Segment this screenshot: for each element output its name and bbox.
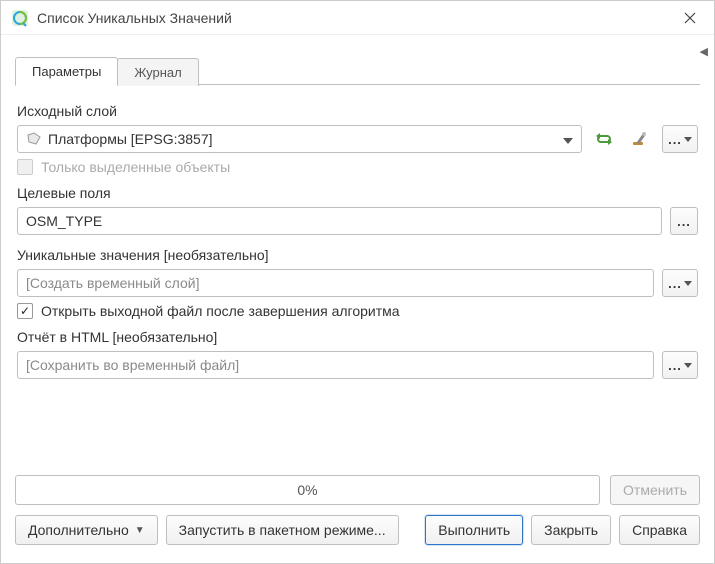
tab-parameters-label: Параметры <box>32 64 101 79</box>
help-button[interactable]: Справка <box>619 515 700 545</box>
ellipsis-icon: ... <box>677 214 691 229</box>
run-label: Выполнить <box>438 522 510 538</box>
collapse-caret-icon[interactable]: ◀ <box>700 45 708 58</box>
progress-text: 0% <box>297 482 317 498</box>
iterate-button[interactable] <box>590 125 618 153</box>
unique-values-input[interactable]: [Создать временный слой] <box>17 269 654 297</box>
polygon-layer-icon <box>26 132 42 146</box>
progress-bar: 0% <box>15 475 600 505</box>
ellipsis-icon: ... <box>668 276 682 291</box>
target-fields-browse-button[interactable]: ... <box>670 207 698 235</box>
tab-bar: Параметры Журнал <box>15 55 700 85</box>
ellipsis-icon: ... <box>668 358 682 373</box>
html-report-placeholder: [Сохранить во временный файл] <box>26 357 239 373</box>
chevron-down-icon <box>563 131 573 147</box>
batch-label: Запустить в пакетном режиме... <box>179 522 386 538</box>
open-after-label: Открыть выходной файл после завершения а… <box>41 303 400 319</box>
content-area: ◀ Параметры Журнал Исходный слой Платфор… <box>1 35 714 467</box>
batch-button[interactable]: Запустить в пакетном режиме... <box>166 515 399 545</box>
run-button[interactable]: Выполнить <box>425 515 523 545</box>
input-layer-label: Исходный слой <box>17 103 698 119</box>
input-layer-combo[interactable]: Платформы [EPSG:3857] <box>17 125 582 153</box>
advanced-options-button[interactable] <box>626 125 654 153</box>
footer: 0% Отменить Дополнительно ▼ Запустить в … <box>1 467 714 563</box>
help-label: Справка <box>632 522 687 538</box>
target-fields-input[interactable]: OSM_TYPE <box>17 207 662 235</box>
tab-log[interactable]: Журнал <box>117 58 198 86</box>
ellipsis-icon: ... <box>668 132 682 147</box>
open-after-checkbox[interactable]: ✓ <box>17 303 33 319</box>
target-fields-label: Целевые поля <box>17 185 698 201</box>
unique-values-browse-button[interactable]: ... <box>662 269 698 297</box>
html-report-browse-button[interactable]: ... <box>662 351 698 379</box>
chevron-down-icon: ▼ <box>135 525 145 536</box>
close-label: Закрыть <box>544 522 598 538</box>
select-layer-button[interactable]: ... <box>662 125 698 153</box>
selected-only-checkbox <box>17 159 33 175</box>
app-icon <box>11 9 29 27</box>
close-button-footer[interactable]: Закрыть <box>531 515 611 545</box>
parameters-panel: Исходный слой Платформы [EPSG:3857] <box>15 85 700 379</box>
html-report-label: Отчёт в HTML [необязательно] <box>17 329 698 345</box>
cancel-label: Отменить <box>623 482 687 498</box>
advanced-label: Дополнительно <box>28 522 129 538</box>
tab-log-label: Журнал <box>134 65 181 80</box>
cancel-button: Отменить <box>610 475 700 505</box>
window-title: Список Уникальных Значений <box>37 10 676 26</box>
title-bar: Список Уникальных Значений <box>1 1 714 35</box>
selected-only-label: Только выделенные объекты <box>41 159 230 175</box>
input-layer-value: Платформы [EPSG:3857] <box>48 131 213 147</box>
close-button[interactable] <box>676 4 704 32</box>
unique-values-placeholder: [Создать временный слой] <box>26 275 199 291</box>
unique-values-label: Уникальные значения [необязательно] <box>17 247 698 263</box>
target-fields-value: OSM_TYPE <box>26 213 102 229</box>
advanced-button[interactable]: Дополнительно ▼ <box>15 515 158 545</box>
html-report-input[interactable]: [Сохранить во временный файл] <box>17 351 654 379</box>
tab-parameters[interactable]: Параметры <box>15 57 118 86</box>
